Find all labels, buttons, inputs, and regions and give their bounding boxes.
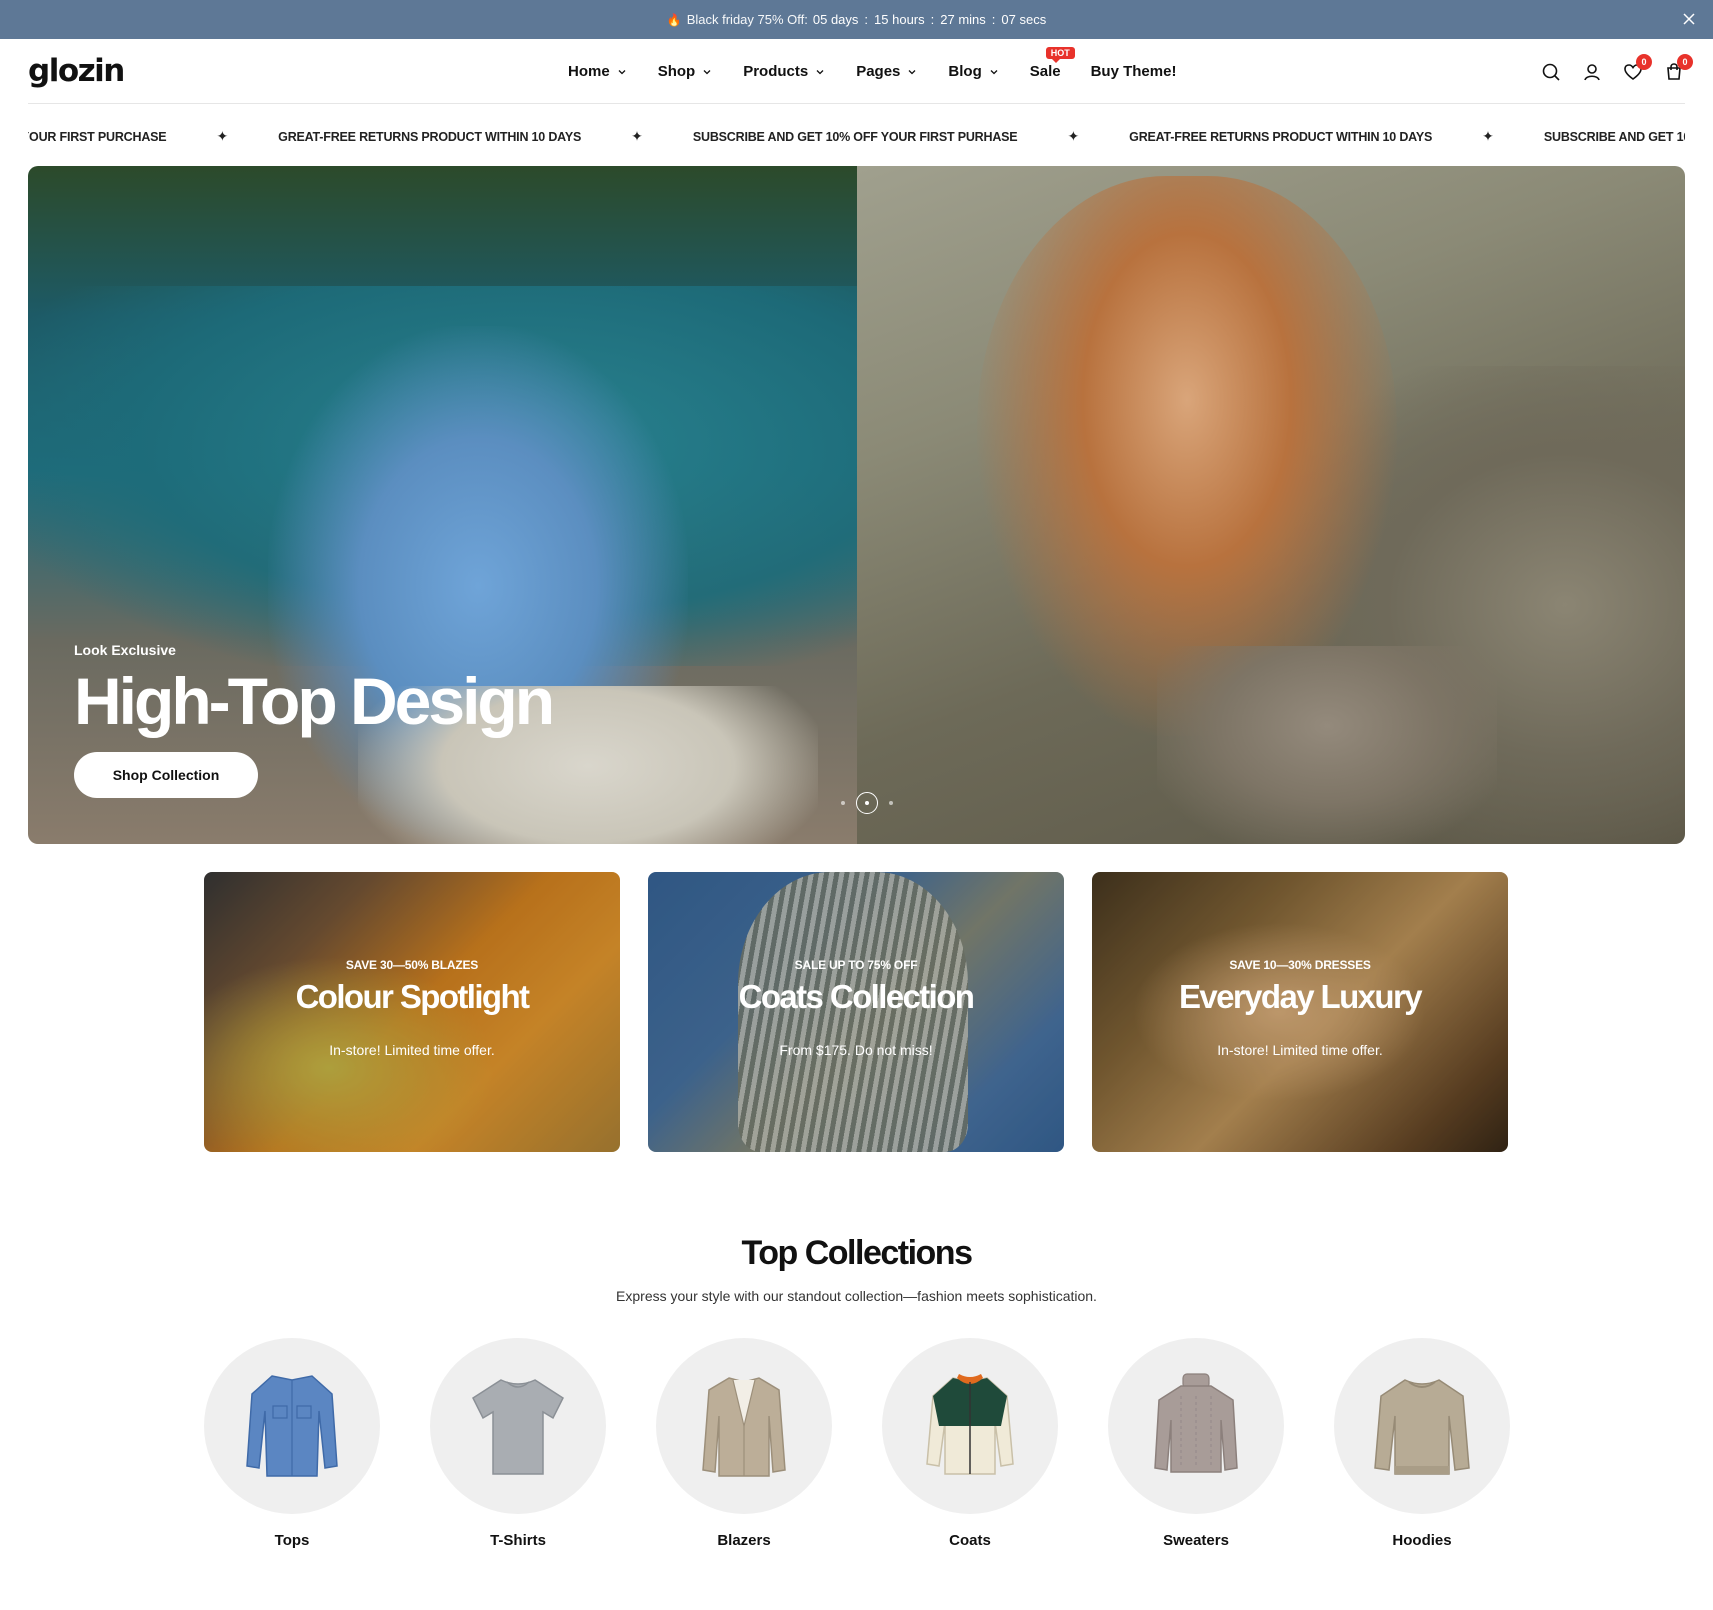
collection-item-coats[interactable]: Coats: [882, 1338, 1058, 1549]
collection-item-sweaters[interactable]: Sweaters: [1108, 1338, 1284, 1549]
nav-item-label: Home: [568, 63, 610, 80]
promo-title: Everyday Luxury: [1179, 978, 1423, 1015]
promo-card-everyday-luxury[interactable]: SAVE 10—30% DRESSES Everyday Luxury In-s…: [1092, 872, 1508, 1152]
collection-image: [1108, 1338, 1284, 1514]
collection-item-blazers[interactable]: Blazers: [656, 1338, 832, 1549]
fire-icon: 🔥: [666, 12, 682, 27]
sparkle-icon: ✦: [631, 128, 643, 144]
chevron-down-icon: [816, 69, 824, 74]
slider-dot[interactable]: [889, 801, 893, 805]
hero-slider: Look Exclusive High-Top Design Shop Coll…: [28, 166, 1685, 844]
countdown-days: 05 days: [812, 12, 859, 27]
marquee-item: SUBSCRIBE AND GET 10% OFF YOUR: [1543, 129, 1685, 144]
promo-subtitle: From $175. Do not miss!: [779, 1042, 933, 1058]
collection-item-hoodies[interactable]: Hoodies: [1334, 1338, 1510, 1549]
sparkle-icon: ✦: [1482, 128, 1494, 144]
promo-kicker: SAVE 10—30% DRESSES: [1229, 958, 1371, 972]
slider-dot-active[interactable]: [856, 792, 878, 814]
promo-kicker: SAVE 30—50% BLAZES: [345, 958, 479, 972]
turtleneck-sweater-icon: [1154, 1373, 1238, 1473]
nav-item-products[interactable]: Products: [743, 63, 826, 80]
nav-item-label: Pages: [856, 63, 901, 80]
denim-jacket-icon: [246, 1375, 338, 1477]
chevron-down-icon: [908, 69, 916, 74]
nav-item-label: Shop: [657, 63, 696, 80]
slider-pagination: [833, 792, 901, 814]
search-icon[interactable]: [1540, 61, 1562, 83]
marquee-item: FF YOUR FIRST PURCHASE: [28, 129, 167, 144]
main-nav: Home Shop Products Pages Blog HOT Sale B…: [568, 39, 1206, 104]
countdown-separator: :: [864, 12, 869, 27]
tshirt-icon: [472, 1379, 564, 1475]
promo-subtitle: In-store! Limited time offer.: [329, 1042, 495, 1058]
chevron-down-icon: [990, 69, 998, 74]
chevron-down-icon: [703, 69, 711, 74]
chevron-down-icon: [618, 69, 626, 74]
countdown-hours: 15 hours: [874, 12, 925, 27]
collection-label: Blazers: [717, 1532, 771, 1549]
collection-image: [204, 1338, 380, 1514]
collection-image: [1334, 1338, 1510, 1514]
marquee-item: GREAT-FREE RETURNS PRODUCT WITHIN 10 DAY…: [278, 129, 582, 144]
promo-title: Colour Spotlight: [295, 978, 530, 1015]
collection-label: Tops: [274, 1532, 310, 1549]
cart-icon[interactable]: 0: [1663, 53, 1693, 83]
section-title: Top Collections: [741, 1234, 973, 1272]
slider-dot[interactable]: [841, 801, 845, 805]
nav-item-home[interactable]: Home: [568, 63, 628, 80]
site-header: glozin Home Shop Products Pages Blog HOT…: [28, 39, 1693, 104]
promo-title: Coats Collection: [738, 978, 975, 1015]
marquee-item: SUBSCRIBE AND GET 10% OFF YOUR FIRST PUR…: [692, 129, 1018, 144]
fleece-jacket-icon: [926, 1374, 1014, 1475]
nav-item-label: Products: [743, 63, 809, 80]
collection-label: Coats: [949, 1532, 991, 1549]
sparkle-icon: ✦: [1067, 128, 1080, 144]
collection-label: Sweaters: [1163, 1532, 1229, 1549]
shop-collection-button[interactable]: Shop Collection: [74, 752, 258, 798]
promo-marquee: FF YOUR FIRST PURCHASE ✦ GREAT-FREE RETU…: [28, 104, 1685, 166]
announcement-bar: 🔥 Black friday 75% Off: 05 days : 15 hou…: [0, 0, 1713, 39]
promo-subtitle: In-store! Limited time offer.: [1217, 1042, 1383, 1058]
nav-item-label: Buy Theme!: [1090, 63, 1177, 80]
header-actions: 0 0: [1521, 39, 1693, 104]
collection-image: [656, 1338, 832, 1514]
nav-item-label: Blog: [948, 63, 982, 80]
collection-item-tops[interactable]: Tops: [204, 1338, 380, 1549]
marquee-item: GREAT-FREE RETURNS PRODUCT WITHIN 10 DAY…: [1129, 129, 1433, 144]
hero-kicker: Look Exclusive: [74, 642, 176, 658]
hero-image-right: [857, 166, 1685, 844]
hot-badge: HOT: [1045, 47, 1075, 63]
countdown-separator: :: [991, 12, 996, 27]
section-subtitle: Express your style with our standout col…: [616, 1288, 1097, 1304]
countdown-secs: 07 secs: [1001, 12, 1047, 27]
blazer-icon: [702, 1377, 786, 1477]
collection-item-t-shirts[interactable]: T-Shirts: [430, 1338, 606, 1549]
sweatshirt-icon: [1374, 1379, 1470, 1475]
promo-card-coats-collection[interactable]: SALE UP TO 75% OFF Coats Collection From…: [648, 872, 1064, 1152]
countdown-separator: :: [930, 12, 935, 27]
announcement-prefix: Black friday 75% Off:: [686, 12, 808, 27]
nav-item-pages[interactable]: Pages: [856, 63, 918, 80]
nav-item-sale[interactable]: HOT Sale: [1029, 47, 1075, 80]
nav-item-shop[interactable]: Shop: [658, 63, 714, 80]
promo-kicker: SALE UP TO 75% OFF: [794, 958, 918, 972]
hero-content: Look Exclusive High-Top Design Shop Coll…: [74, 642, 555, 798]
nav-item-buy-theme[interactable]: Buy Theme!: [1091, 63, 1177, 80]
nav-item-label: Sale: [1029, 63, 1061, 80]
collection-label: T-Shirts: [490, 1532, 546, 1549]
collection-label: Hoodies: [1392, 1532, 1452, 1549]
account-icon[interactable]: [1581, 61, 1603, 83]
cart-count-badge: 0: [1677, 53, 1693, 70]
nav-item-blog[interactable]: Blog: [948, 63, 999, 80]
close-icon[interactable]: [1679, 9, 1699, 29]
hero-title: High-Top Design: [74, 664, 555, 738]
promo-card-colour-spotlight[interactable]: SAVE 30—50% BLAZES Colour Spotlight In-s…: [204, 872, 620, 1152]
collection-image: [430, 1338, 606, 1514]
wishlist-count-badge: 0: [1636, 53, 1652, 70]
sparkle-icon: ✦: [216, 128, 229, 144]
wishlist-icon[interactable]: 0: [1622, 53, 1652, 83]
countdown-mins: 27 mins: [940, 12, 986, 27]
site-logo[interactable]: glozin: [28, 53, 208, 89]
collection-image: [882, 1338, 1058, 1514]
